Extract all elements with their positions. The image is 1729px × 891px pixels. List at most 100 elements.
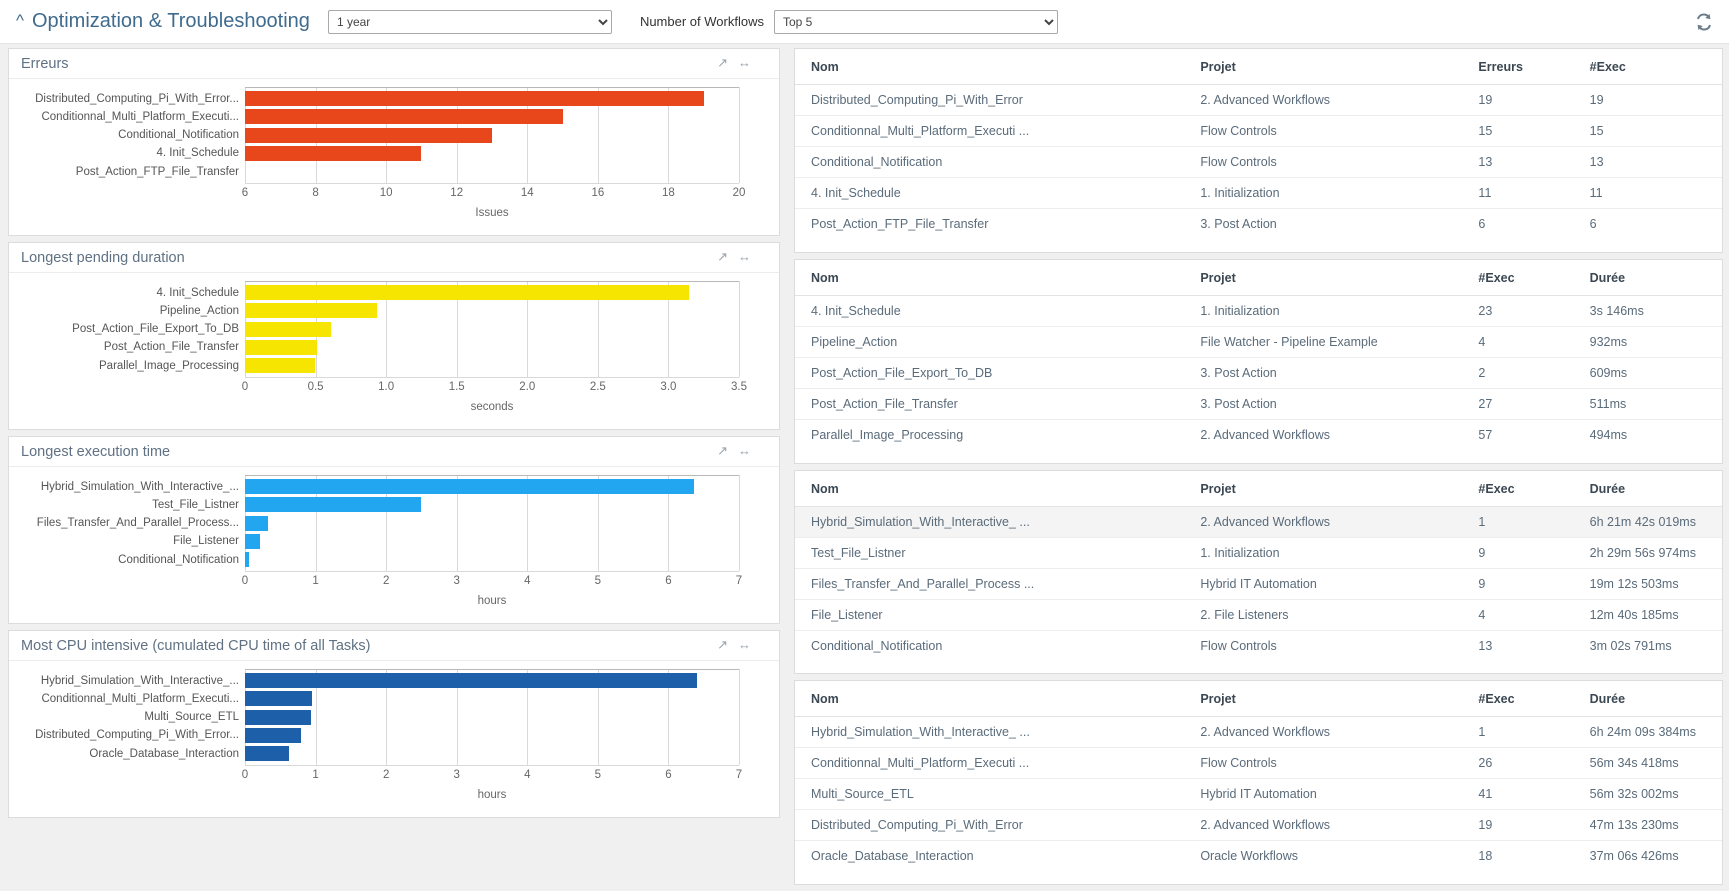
chart-tick-label: 1.5 xyxy=(448,381,465,393)
panel-title: Erreurs xyxy=(21,55,69,72)
table-row[interactable]: Distributed_Computing_Pi_With_Error 2. Ad… xyxy=(795,84,1722,116)
table-row[interactable]: Post_Action_FTP_File_Transfer 3. Post Act… xyxy=(795,209,1722,240)
chart-axis-top xyxy=(245,87,739,88)
column-header-projet[interactable]: Projet xyxy=(1184,49,1463,85)
chart-bar-track xyxy=(245,358,739,373)
data-table[interactable]: Nom Projet #Exec Durée Hybrid_Simulation_Wit… xyxy=(795,470,1722,661)
top-n-select[interactable]: Top 5Top 10Top 20 xyxy=(773,9,1058,34)
chart-axis-bottom xyxy=(245,571,739,572)
table-row[interactable]: 4. Init_Schedule 1. Initialization 23 3s 14… xyxy=(795,295,1722,327)
column-header-exec[interactable]: #Exec xyxy=(1573,49,1722,85)
column-header-exec[interactable]: #Exec xyxy=(1462,259,1574,296)
chart-bar[interactable] xyxy=(245,285,690,300)
table-row[interactable]: Multi_Source_ETL Hybrid IT Automation 41 56… xyxy=(795,778,1722,811)
column-header-exec[interactable]: #Exec xyxy=(1462,470,1574,507)
chart-bar[interactable] xyxy=(245,691,312,707)
refresh-icon[interactable] xyxy=(1693,11,1715,33)
table-row[interactable]: Hybrid_Simulation_With_Interactive_ ... 2… xyxy=(795,506,1722,538)
table-row[interactable]: Conditional_Notification Flow Controls 13 1… xyxy=(795,146,1722,178)
table-cell: 2h 29m 56s 974ms xyxy=(1573,537,1722,569)
table-row[interactable]: Pipeline_Action File Watcher - Pipeline E… xyxy=(795,326,1722,358)
column-header-projet[interactable]: Projet xyxy=(1184,681,1463,718)
column-header-nom[interactable]: Nom xyxy=(795,470,1185,507)
chart-bar[interactable] xyxy=(245,497,422,513)
resize-horizontal-icon[interactable]: ↔ xyxy=(738,56,751,69)
table-cell: 3. Post Action xyxy=(1184,357,1463,389)
table-cell: File_Listener xyxy=(795,599,1185,631)
resize-horizontal-icon[interactable]: ↔ xyxy=(738,250,751,263)
chart-category-label: 4. Init_Schedule xyxy=(156,147,239,160)
chart-bar[interactable] xyxy=(245,145,422,161)
chart-bar[interactable] xyxy=(245,358,315,373)
panel-title: Longest execution time xyxy=(21,443,171,460)
table-cell: 9 xyxy=(1462,568,1574,600)
panel-most-cpu-intensive: Most CPU intensive (cumulated CPU time o… xyxy=(8,630,780,818)
chart-tick-label: 6 xyxy=(241,187,249,199)
chart-axis-bottom xyxy=(245,183,739,184)
expand-icon[interactable]: ↗ xyxy=(717,638,728,651)
chart-bar[interactable] xyxy=(245,321,331,337)
table-row[interactable]: Hybrid_Simulation_With_Interactive_ ... 2… xyxy=(795,716,1722,749)
data-table[interactable]: Nom Projet #Exec Durée Hybrid_Simulation_Wit… xyxy=(795,681,1722,871)
table-row[interactable]: Files_Transfer_And_Parallel_Process ... H… xyxy=(795,568,1722,600)
chart-bar[interactable] xyxy=(245,479,694,494)
table-row[interactable]: Distributed_Computing_Pi_With_Error 2. Ad… xyxy=(795,809,1722,842)
panel-longest-pending-duration: Longest pending duration ↗ ↔ 4. Init_Sch… xyxy=(8,242,780,430)
chart-bar[interactable] xyxy=(245,515,268,531)
chart-category-label: Hybrid_Simulation_With_Interactive_... xyxy=(40,480,239,493)
table-row[interactable]: Oracle_Database_Interaction Oracle Workfl… xyxy=(795,841,1722,872)
table-row[interactable]: Parallel_Image_Processing 2. Advanced Wor… xyxy=(795,419,1722,450)
table-row[interactable]: Test_File_Listner 1. Initialization 9 2h 29… xyxy=(795,537,1722,569)
column-header-dur-e[interactable]: Durée xyxy=(1573,259,1722,296)
chevron-up-icon[interactable]: ^ xyxy=(10,11,30,32)
data-table[interactable]: Nom Projet #Exec Durée 4. Init_Schedule 1. In… xyxy=(795,259,1722,450)
column-header-dur-e[interactable]: Durée xyxy=(1573,470,1722,507)
column-header-nom[interactable]: Nom xyxy=(795,259,1185,296)
resize-horizontal-icon[interactable]: ↔ xyxy=(738,444,751,457)
chart-tick-label: 3.0 xyxy=(660,381,677,393)
table-cell: 2. Advanced Workflows xyxy=(1200,427,1331,442)
table-cell: Test_File_Listner xyxy=(795,537,1185,569)
tables-column: Nom Projet Erreurs #Exec Distributed_Computi… xyxy=(788,44,1729,891)
column-header-erreurs[interactable]: Erreurs xyxy=(1462,49,1574,85)
panel-header: Erreurs ↗ ↔ xyxy=(9,49,779,79)
table-cell: 6 xyxy=(1589,217,1597,231)
chart-bar[interactable] xyxy=(245,109,563,125)
column-header-projet[interactable]: Projet xyxy=(1184,259,1463,296)
resize-horizontal-icon[interactable]: ↔ xyxy=(738,638,751,651)
chart-bar[interactable] xyxy=(245,709,312,725)
chart-bar[interactable] xyxy=(245,552,249,567)
chart-bar[interactable] xyxy=(245,339,318,355)
table-row[interactable]: Conditionnal_Multi_Platform_Executi ... F… xyxy=(795,747,1722,780)
table-row[interactable]: Conditionnal_Multi_Platform_Executi ... F… xyxy=(795,115,1722,147)
table-row[interactable]: 4. Init_Schedule 1. Initialization 11 11 xyxy=(795,177,1722,209)
table-row[interactable]: File_Listener 2. File Listeners 4 12m 40s 1… xyxy=(795,599,1722,631)
column-header-nom[interactable]: Nom xyxy=(795,681,1185,718)
chart-bar[interactable] xyxy=(245,533,260,549)
column-header-nom[interactable]: Nom xyxy=(795,49,1185,85)
chart-bar[interactable] xyxy=(245,303,377,319)
chart-bar[interactable] xyxy=(245,727,301,743)
table-cell: 511ms xyxy=(1573,388,1722,420)
panel-tools: ↗ ↔ xyxy=(717,250,751,263)
column-header-projet[interactable]: Projet xyxy=(1184,470,1463,507)
period-select[interactable]: 1 hour1 day1 week1 month1 year xyxy=(327,9,612,34)
table-row[interactable]: Conditional_Notification Flow Controls 13 3… xyxy=(795,630,1722,661)
chart-bar[interactable] xyxy=(245,127,492,143)
chart-tick-label: 20 xyxy=(732,187,746,199)
chart-bar[interactable] xyxy=(245,673,697,688)
expand-icon[interactable]: ↗ xyxy=(717,250,728,263)
column-header-exec[interactable]: #Exec xyxy=(1462,681,1574,718)
column-header-dur-e[interactable]: Durée xyxy=(1573,681,1722,718)
table-cell: Conditional_Notification xyxy=(811,638,943,653)
chart-bar[interactable] xyxy=(245,91,704,106)
table-row[interactable]: Post_Action_File_Export_To_DB 3. Post Act… xyxy=(795,357,1722,389)
expand-icon[interactable]: ↗ xyxy=(717,56,728,69)
chart-tick-labels: 6 8 10 12 14 16 18 20 xyxy=(241,185,746,201)
expand-icon[interactable]: ↗ xyxy=(717,444,728,457)
chart-bar[interactable] xyxy=(245,746,289,761)
chart-tick-label: 5 xyxy=(594,575,602,587)
data-table[interactable]: Nom Projet Erreurs #Exec Distributed_Computi… xyxy=(795,49,1722,239)
panel-header: Most CPU intensive (cumulated CPU time o… xyxy=(9,631,779,661)
table-row[interactable]: Post_Action_File_Transfer 3. Post Action 2… xyxy=(795,388,1722,420)
